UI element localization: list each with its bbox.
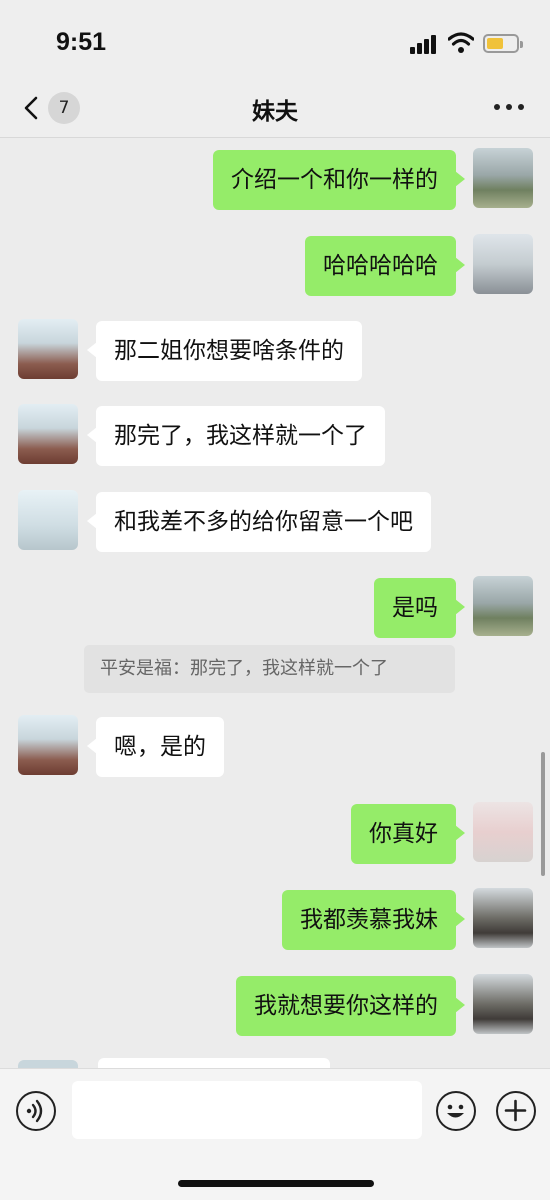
message-bubble-outgoing[interactable]: 你真好: [351, 804, 465, 864]
message-list[interactable]: 介绍一个和你一样的 哈哈哈哈哈 那二姐你想要啥条件的 那完了，我这样就一个了 和…: [0, 138, 550, 1068]
my-avatar[interactable]: [473, 576, 533, 636]
chat-title: 妹夫: [252, 99, 298, 125]
status-bar: 9:51: [0, 0, 550, 80]
message-bubble-outgoing[interactable]: 介绍一个和你一样的: [213, 150, 465, 210]
message-bubble-incoming[interactable]: 和我差不多的给你留意一个吧: [87, 492, 431, 552]
message-row: 你真好: [0, 802, 550, 866]
contact-avatar: [18, 1060, 78, 1068]
wifi-icon: [448, 32, 474, 53]
my-avatar[interactable]: [473, 148, 533, 208]
message-row: 那二姐你想要啥条件的: [0, 319, 550, 383]
message-row: 我都羡慕我妹: [0, 888, 550, 952]
message-row: 是吗: [0, 576, 550, 640]
my-avatar[interactable]: [473, 888, 533, 948]
quoted-message[interactable]: 平安是福：那完了，我这样就一个了: [84, 645, 455, 693]
more-options-icon[interactable]: [494, 102, 526, 112]
emoji-icon[interactable]: [436, 1091, 476, 1131]
my-avatar[interactable]: [473, 234, 533, 294]
contact-avatar[interactable]: [18, 404, 78, 464]
contact-avatar[interactable]: [18, 715, 78, 775]
message-row: 嗯，是的: [0, 715, 550, 779]
contact-avatar[interactable]: [18, 319, 78, 379]
message-bubble-outgoing[interactable]: 我都羡慕我妹: [282, 890, 465, 950]
status-time: 9:51: [56, 28, 107, 56]
battery-icon: [483, 34, 523, 53]
message-bubble-incoming[interactable]: 那完了，我这样就一个了: [87, 406, 385, 466]
plus-icon[interactable]: [496, 1091, 536, 1131]
chat-header: 7 妹夫: [0, 80, 550, 138]
message-row: 介绍一个和你一样的: [0, 148, 550, 212]
message-bubble-incoming: [98, 1058, 330, 1068]
my-avatar[interactable]: [473, 802, 533, 862]
message-bubble-outgoing[interactable]: 是吗: [374, 578, 465, 638]
scrollbar[interactable]: [541, 752, 545, 876]
message-row: 和我差不多的给你留意一个吧: [0, 490, 550, 554]
message-bubble-outgoing[interactable]: 我就想要你这样的: [236, 976, 465, 1036]
home-indicator: [178, 1180, 374, 1187]
message-row: 我就想要你这样的: [0, 974, 550, 1038]
message-bubble-incoming[interactable]: 那二姐你想要啥条件的: [87, 321, 362, 381]
message-bubble-incoming[interactable]: 嗯，是的: [87, 717, 224, 777]
message-row: 哈哈哈哈哈: [0, 234, 550, 298]
message-input[interactable]: [72, 1081, 422, 1139]
contact-avatar[interactable]: [18, 490, 78, 550]
voice-icon[interactable]: [16, 1091, 56, 1131]
message-bubble-outgoing[interactable]: 哈哈哈哈哈: [305, 236, 465, 296]
message-row: 那完了，我这样就一个了: [0, 404, 550, 468]
my-avatar[interactable]: [473, 974, 533, 1034]
cellular-signal-icon: [410, 34, 438, 54]
